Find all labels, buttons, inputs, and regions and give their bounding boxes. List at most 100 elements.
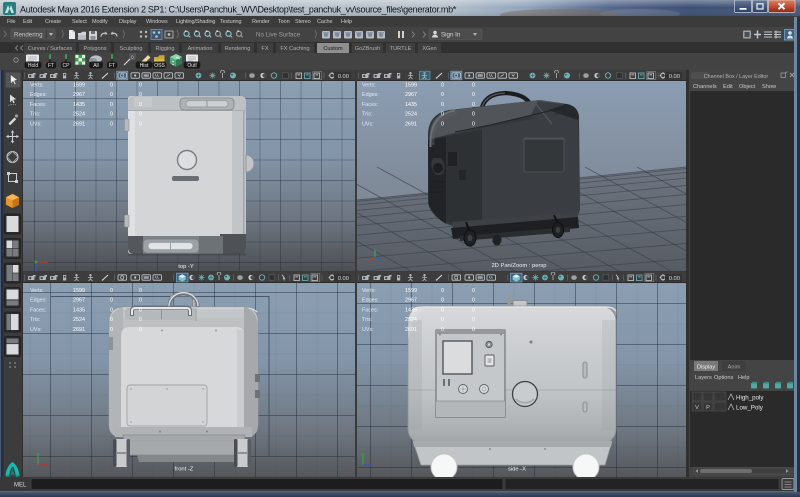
svg-text:2D Pan/Zoom : persp: 2D Pan/Zoom : persp bbox=[491, 263, 546, 269]
svg-text:UVs:: UVs: bbox=[30, 327, 42, 333]
svg-text:Options: Options bbox=[714, 375, 733, 381]
svg-text:Edges:: Edges: bbox=[362, 92, 379, 98]
svg-text:0: 0 bbox=[139, 307, 142, 313]
svg-text:Display: Display bbox=[119, 19, 137, 25]
svg-text:0.00: 0.00 bbox=[669, 74, 680, 80]
svg-text:0: 0 bbox=[110, 83, 113, 89]
svg-text:front -Z: front -Z bbox=[175, 467, 194, 473]
svg-text:Faces:: Faces: bbox=[362, 102, 378, 108]
svg-text:File: File bbox=[7, 19, 16, 25]
svg-text:Modify: Modify bbox=[92, 19, 108, 25]
svg-text:0: 0 bbox=[110, 317, 113, 323]
svg-text:Tris:: Tris: bbox=[30, 317, 40, 323]
svg-text:0.00: 0.00 bbox=[338, 276, 349, 282]
svg-text:Edit: Edit bbox=[723, 84, 733, 90]
svg-text:0: 0 bbox=[139, 83, 142, 89]
svg-text:top -Y: top -Y bbox=[178, 264, 194, 270]
svg-text:XGen: XGen bbox=[422, 46, 436, 52]
svg-text:0: 0 bbox=[441, 298, 444, 304]
svg-text:Render: Render bbox=[252, 19, 270, 25]
svg-text:No Live Surface: No Live Surface bbox=[256, 32, 301, 39]
svg-text:Edges:: Edges: bbox=[362, 298, 379, 304]
svg-text:MEL: MEL bbox=[14, 483, 27, 489]
svg-text:CP: CP bbox=[63, 63, 71, 69]
svg-text:Tris:: Tris: bbox=[362, 112, 372, 118]
svg-text:UVs:: UVs: bbox=[30, 121, 42, 127]
svg-text:2967: 2967 bbox=[405, 298, 417, 304]
svg-text:Low_Poly: Low_Poly bbox=[736, 405, 764, 412]
svg-text:FX: FX bbox=[261, 46, 268, 52]
svg-text:Sign In: Sign In bbox=[441, 32, 461, 39]
svg-text:0: 0 bbox=[472, 121, 475, 127]
svg-text:0: 0 bbox=[441, 327, 444, 333]
svg-text:Texturing: Texturing bbox=[220, 19, 241, 25]
svg-text:1435: 1435 bbox=[73, 102, 85, 108]
svg-text:UVs:: UVs: bbox=[362, 121, 374, 127]
svg-text:Faces:: Faces: bbox=[362, 307, 378, 313]
svg-text:Hold: Hold bbox=[28, 63, 39, 69]
svg-text:2967: 2967 bbox=[73, 92, 85, 98]
svg-text:2967: 2967 bbox=[405, 92, 417, 98]
svg-text:Windows: Windows bbox=[146, 19, 168, 25]
svg-text:0: 0 bbox=[441, 102, 444, 108]
svg-text:Edit: Edit bbox=[23, 19, 33, 25]
svg-text:0: 0 bbox=[441, 307, 444, 313]
svg-text:Layers: Layers bbox=[695, 375, 712, 381]
svg-text:UVs:: UVs: bbox=[362, 327, 374, 333]
svg-text:Faces:: Faces: bbox=[30, 307, 46, 313]
svg-text:Rendering: Rendering bbox=[225, 46, 251, 52]
svg-text:0: 0 bbox=[472, 83, 475, 89]
svg-text:Edges:: Edges: bbox=[30, 298, 47, 304]
svg-text:2524: 2524 bbox=[73, 112, 85, 118]
svg-text:0: 0 bbox=[441, 121, 444, 127]
svg-text:0: 0 bbox=[472, 288, 475, 294]
svg-text:FT: FT bbox=[48, 63, 54, 69]
svg-text:0: 0 bbox=[472, 112, 475, 118]
svg-text:0.00: 0.00 bbox=[669, 276, 680, 282]
svg-text:0: 0 bbox=[472, 327, 475, 333]
svg-text:0: 0 bbox=[472, 102, 475, 108]
svg-text:0: 0 bbox=[110, 102, 113, 108]
svg-text:Select: Select bbox=[72, 19, 87, 25]
svg-text:Display: Display bbox=[697, 365, 716, 371]
svg-text:Polygons: Polygons bbox=[83, 46, 106, 52]
svg-text:0: 0 bbox=[139, 288, 142, 294]
svg-text:1599: 1599 bbox=[405, 288, 417, 294]
svg-text:Verts:: Verts: bbox=[30, 288, 44, 294]
svg-text:1599: 1599 bbox=[405, 83, 417, 89]
svg-text:0: 0 bbox=[110, 112, 113, 118]
svg-text:Outl: Outl bbox=[187, 63, 196, 69]
svg-text:Hist: Hist bbox=[140, 63, 149, 69]
svg-text:FT: FT bbox=[109, 63, 115, 69]
svg-text:2691: 2691 bbox=[405, 121, 417, 127]
svg-text:Help: Help bbox=[738, 375, 750, 381]
svg-text:0: 0 bbox=[139, 112, 142, 118]
svg-text:High_poly: High_poly bbox=[736, 395, 764, 402]
svg-text:0: 0 bbox=[110, 327, 113, 333]
svg-text:Tris:: Tris: bbox=[30, 112, 40, 118]
svg-text:Curves / Surfaces: Curves / Surfaces bbox=[28, 46, 73, 52]
svg-text:Verts:: Verts: bbox=[362, 288, 376, 294]
svg-text:2524: 2524 bbox=[405, 112, 417, 118]
svg-text:B: B bbox=[131, 54, 134, 59]
svg-text:Verts:: Verts: bbox=[362, 83, 376, 89]
svg-text:Help: Help bbox=[341, 19, 352, 25]
svg-text:0: 0 bbox=[139, 102, 142, 108]
svg-text:Channels: Channels bbox=[693, 84, 717, 90]
svg-text:Anim: Anim bbox=[728, 365, 741, 371]
svg-text:1599: 1599 bbox=[73, 288, 85, 294]
svg-text:Object: Object bbox=[739, 84, 756, 90]
svg-text:Autodesk Maya 2016 Extension 2: Autodesk Maya 2016 Extension 2 SP1: C:\U… bbox=[20, 5, 457, 15]
svg-text:Stereo: Stereo bbox=[295, 19, 311, 25]
svg-text:1599: 1599 bbox=[73, 83, 85, 89]
svg-text:1435: 1435 bbox=[405, 307, 417, 313]
svg-text:0: 0 bbox=[441, 317, 444, 323]
svg-text:Toon: Toon bbox=[278, 19, 290, 25]
svg-text:0: 0 bbox=[139, 327, 142, 333]
svg-text:side -X: side -X bbox=[508, 467, 526, 473]
svg-text:0: 0 bbox=[441, 288, 444, 294]
svg-text:2691: 2691 bbox=[73, 121, 85, 127]
svg-text:Verts:: Verts: bbox=[30, 83, 44, 89]
svg-text:Custom: Custom bbox=[323, 46, 343, 52]
svg-text:0: 0 bbox=[110, 298, 113, 304]
